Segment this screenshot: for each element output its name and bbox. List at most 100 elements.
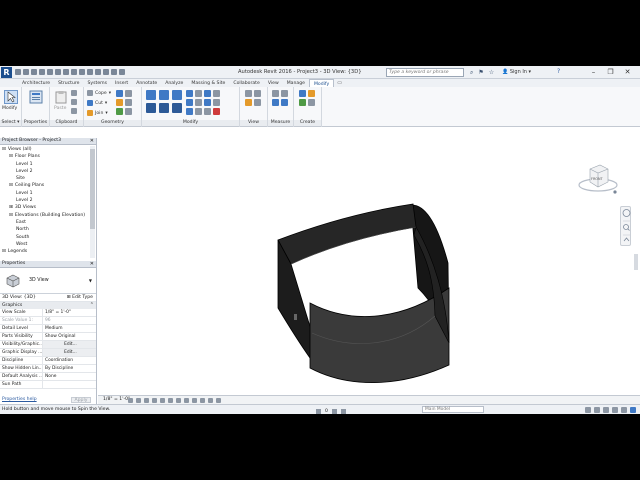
property-value[interactable]: Show Original [43, 333, 96, 340]
browser-item[interactable]: Site [0, 175, 96, 182]
type-properties-icon[interactable] [29, 90, 43, 104]
undo-icon[interactable] [31, 69, 37, 75]
browser-item[interactable]: North [0, 226, 96, 233]
cope-button[interactable]: Cope ▾ [87, 90, 111, 96]
split-face-icon[interactable] [125, 90, 132, 97]
tree-toggle-icon[interactable]: ⊟ [2, 147, 6, 152]
crop-view-icon[interactable] [168, 398, 173, 403]
restore-icon[interactable]: ❐ [602, 67, 619, 77]
browser-item[interactable]: Level 1 [0, 190, 96, 197]
rotate-icon[interactable] [172, 103, 182, 113]
browser-item[interactable]: Level 2 [0, 168, 96, 175]
redo-icon[interactable] [39, 69, 45, 75]
unpin-icon[interactable] [213, 99, 220, 106]
zoom-icon[interactable] [623, 224, 629, 230]
search-input[interactable]: Type a keyword or phrase [386, 68, 464, 77]
chevron-down-icon[interactable]: ▼ [89, 278, 92, 283]
instance-selector[interactable]: 3D View: {3D} ⊞ Edit Type [0, 294, 96, 302]
worksharing-display-icon[interactable] [208, 398, 213, 403]
analytical-model-icon[interactable] [216, 398, 221, 403]
wall-joins-icon[interactable] [116, 90, 123, 97]
tab-insert[interactable]: Insert [111, 79, 132, 87]
trim-single-icon[interactable] [186, 99, 193, 106]
viewcube-front-label[interactable]: FRONT [591, 177, 604, 181]
print-icon[interactable] [47, 69, 53, 75]
split-icon[interactable] [195, 90, 202, 97]
measure-along-icon[interactable] [281, 90, 288, 97]
customize-qat-icon[interactable] [119, 69, 125, 75]
split-gap-icon[interactable] [195, 99, 202, 106]
copy-icon[interactable] [71, 99, 77, 105]
tree-toggle-icon[interactable]: ⊟ [2, 249, 6, 254]
property-value[interactable] [43, 381, 96, 388]
modify-button[interactable]: Modify [2, 106, 17, 111]
tab-modify[interactable]: Modify [308, 79, 335, 87]
property-value[interactable]: Coordination [43, 357, 96, 364]
minimize-icon[interactable]: – [585, 67, 602, 77]
filter-icon[interactable] [630, 407, 636, 413]
visual-style-icon[interactable] [136, 398, 141, 403]
browser-item[interactable]: ⊟ Elevations (Building Elevation) [0, 212, 96, 219]
measure-between-icon[interactable] [272, 90, 279, 97]
shadows-icon[interactable] [152, 398, 157, 403]
type-selector[interactable]: 3D View ▼ [0, 268, 96, 294]
tree-toggle-icon[interactable]: ⊟ [9, 154, 13, 159]
delete-icon[interactable] [213, 108, 220, 115]
browser-item[interactable]: East [0, 219, 96, 226]
default-3d-view-icon[interactable] [79, 69, 85, 75]
browser-item[interactable]: ⊟ Floor Plans [0, 153, 96, 160]
help-icon[interactable]: ? [557, 68, 560, 75]
paint-icon[interactable] [116, 99, 123, 106]
hide-element-icon[interactable] [254, 99, 261, 106]
tab-analyze[interactable]: Analyze [161, 79, 187, 87]
section-icon[interactable] [87, 69, 93, 75]
tab-manage[interactable]: Manage [283, 79, 309, 87]
search-icon[interactable]: ⌕ [470, 69, 473, 77]
temporary-hide-icon[interactable] [192, 398, 197, 403]
render-icon[interactable] [160, 398, 165, 403]
curved-wall-model[interactable] [277, 203, 450, 384]
remove-paint-icon[interactable] [125, 99, 132, 106]
3d-viewport[interactable]: FRONT [98, 138, 640, 395]
edit-type-button[interactable]: ⊞ Edit Type [67, 294, 93, 302]
browser-item[interactable]: West [0, 241, 96, 248]
sun-path-icon[interactable] [144, 398, 149, 403]
trim-icon[interactable] [186, 90, 193, 97]
tab-architecture[interactable]: Architecture [18, 79, 54, 87]
collapse-icon[interactable]: ⌃ [90, 302, 94, 309]
property-value[interactable]: 96 [43, 317, 96, 324]
tag-icon[interactable] [63, 69, 69, 75]
model-canvas[interactable] [98, 138, 640, 395]
trim-multiple-icon[interactable] [186, 108, 193, 115]
paste-icon[interactable] [54, 90, 68, 104]
chevron-down-icon[interactable] [623, 237, 630, 242]
match-type-icon[interactable] [71, 108, 77, 114]
browser-item[interactable]: ⊟ Views (all) [0, 146, 96, 153]
tree-toggle-icon[interactable]: ⊟ [9, 213, 13, 218]
paste-button[interactable]: Paste [54, 106, 66, 111]
main-model-field[interactable]: Main Model [422, 406, 484, 413]
close-icon[interactable]: ✕ [619, 67, 636, 77]
create-group-icon[interactable] [299, 99, 306, 106]
close-icon[interactable]: ✕ [90, 261, 94, 267]
graphics-category[interactable]: Graphics ⌃ [0, 302, 96, 309]
align-icon[interactable] [146, 90, 156, 100]
close-icon[interactable]: ✕ [90, 138, 94, 144]
modify-arrow-icon[interactable] [4, 90, 18, 104]
join-button[interactable]: Join ▾ [87, 110, 108, 116]
create-assembly-icon[interactable] [299, 90, 306, 97]
view-scale-button[interactable]: 1/8" = 1'-0" [103, 396, 130, 404]
select-underlay-icon[interactable] [594, 407, 600, 413]
browser-item[interactable]: ⊟ Ceiling Plans [0, 182, 96, 189]
lock-3d-view-icon[interactable] [184, 398, 189, 403]
project-browser-scrollbar[interactable] [90, 146, 95, 258]
aligned-dimension-icon[interactable] [272, 99, 279, 106]
override-graphics-icon[interactable] [245, 90, 252, 97]
tab-structure[interactable]: Structure [54, 79, 83, 87]
viewport-scrollbar[interactable] [633, 252, 639, 272]
property-value[interactable]: None [43, 373, 96, 380]
browser-item[interactable]: Level 2 [0, 197, 96, 204]
ribbon-minimize-icon[interactable]: ▭ [334, 79, 345, 87]
design-options-icon[interactable] [331, 409, 337, 414]
copy-element-icon[interactable] [159, 103, 169, 113]
